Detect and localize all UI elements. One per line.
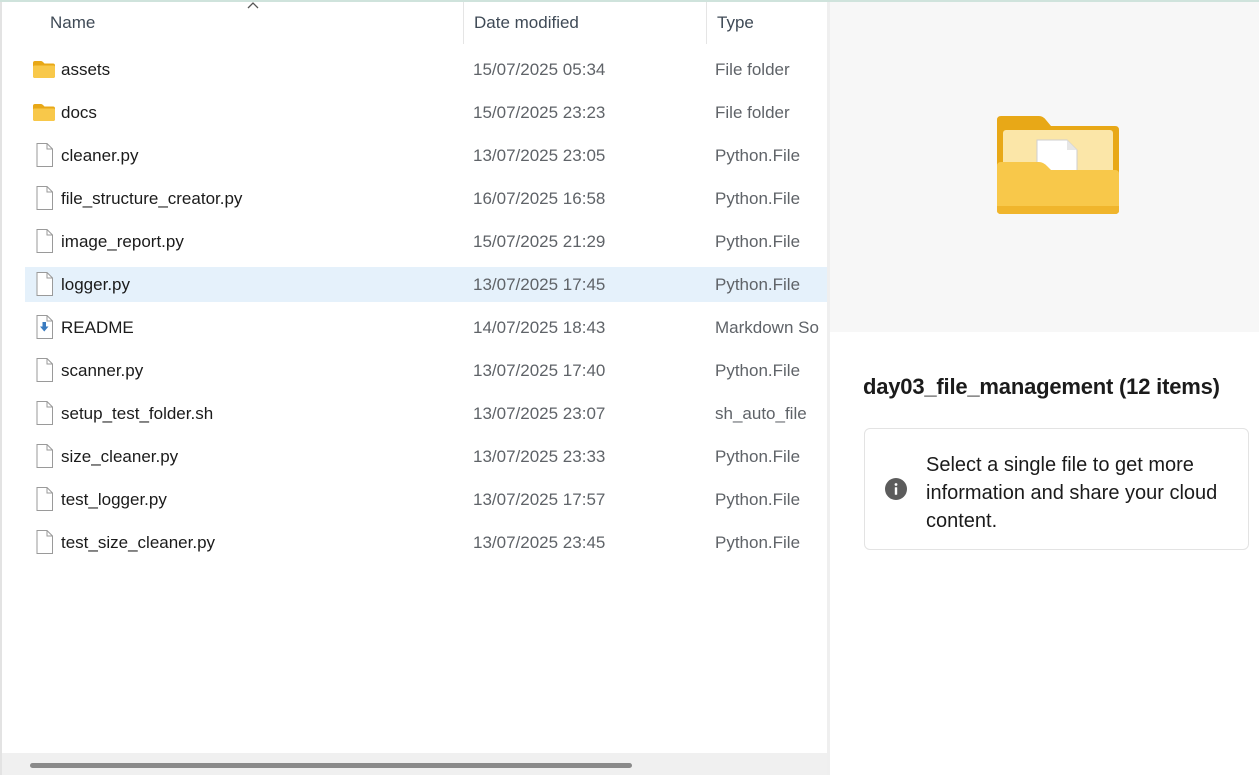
file-name: setup_test_folder.sh: [61, 404, 214, 423]
file-icon: [32, 142, 56, 168]
file-row[interactable]: README 14/07/2025 18:43 Markdown So: [2, 310, 827, 353]
file-icon: [32, 228, 56, 254]
file-row[interactable]: scanner.py 13/07/2025 17:40 Python.File: [2, 353, 827, 396]
folder-with-document-icon: [997, 116, 1119, 214]
file-date-modified: 13/07/2025 17:40: [473, 361, 606, 380]
column-header-bar: Name Date modified Type: [2, 2, 827, 44]
file-type: Python.File: [715, 490, 801, 509]
folder-icon: [32, 99, 56, 125]
file-name: test_logger.py: [61, 490, 167, 509]
info-card: Select a single file to get more informa…: [864, 428, 1249, 550]
file-row[interactable]: logger.py 13/07/2025 17:45 Python.File: [2, 267, 827, 310]
file-name: assets: [61, 60, 111, 79]
file-icon: [32, 271, 56, 297]
file-type: sh_auto_file: [715, 404, 807, 423]
file-date-modified: 13/07/2025 17:57: [473, 490, 606, 509]
file-type: Python.File: [715, 189, 801, 208]
file-row[interactable]: docs 15/07/2025 23:23 File folder: [2, 95, 827, 138]
file-icon: [32, 486, 56, 512]
column-header-date-modified[interactable]: Date modified: [463, 2, 706, 44]
file-name: test_size_cleaner.py: [61, 533, 216, 552]
file-date-modified: 15/07/2025 05:34: [473, 60, 606, 79]
file-row[interactable]: test_size_cleaner.py 13/07/2025 23:45 Pyth…: [2, 525, 827, 568]
file-icon: [32, 185, 56, 211]
row-selection-highlight: [25, 267, 827, 302]
file-row[interactable]: test_logger.py 13/07/2025 17:57 Python.Fil…: [2, 482, 827, 525]
file-icon: [32, 357, 56, 383]
file-name: logger.py: [61, 275, 130, 294]
file-icon: [32, 400, 56, 426]
file-icon: [32, 529, 56, 555]
file-type: Python.File: [715, 533, 801, 552]
file-list: assets 15/07/2025 05:34 File folder docs 15/…: [2, 52, 827, 568]
file-name: docs: [61, 103, 97, 122]
file-type: File folder: [715, 103, 790, 122]
file-row[interactable]: size_cleaner.py 13/07/2025 23:33 Python.Fi…: [2, 439, 827, 482]
file-date-modified: 15/07/2025 23:23: [473, 103, 606, 122]
file-type: Python.File: [715, 275, 801, 294]
info-message: Select a single file to get more informa…: [926, 454, 1218, 532]
preview-area: [830, 2, 1259, 332]
details-title: day03_file_management (12 items): [863, 374, 1220, 399]
column-header-type[interactable]: Type: [706, 2, 827, 44]
markdown-file-icon: [32, 314, 56, 340]
file-date-modified: 13/07/2025 23:33: [473, 447, 606, 466]
file-date-modified: 13/07/2025 23:45: [473, 533, 606, 552]
file-list-pane: Name Date modified Type assets 15/07/2025…: [0, 2, 827, 775]
file-type: Markdown So: [715, 318, 819, 337]
file-row[interactable]: assets 15/07/2025 05:34 File folder: [2, 52, 827, 95]
file-row[interactable]: setup_test_folder.sh 13/07/2025 23:07 sh_a…: [2, 396, 827, 439]
file-type: Python.File: [715, 447, 801, 466]
file-date-modified: 14/07/2025 18:43: [473, 318, 606, 337]
scrollbar-thumb[interactable]: [30, 763, 632, 768]
file-type: Python.File: [715, 146, 801, 165]
file-date-modified: 13/07/2025 17:45: [473, 275, 606, 294]
file-type: Python.File: [715, 361, 801, 380]
file-row[interactable]: file_structure_creator.py 16/07/2025 16:5…: [2, 181, 827, 224]
file-name: scanner.py: [61, 361, 144, 380]
file-name: cleaner.py: [61, 146, 139, 165]
file-date-modified: 16/07/2025 16:58: [473, 189, 606, 208]
file-icon: [32, 443, 56, 469]
file-explorer-window: Name Date modified Type assets 15/07/2025…: [0, 0, 1259, 775]
file-name: file_structure_creator.py: [61, 189, 243, 208]
file-row[interactable]: image_report.py 15/07/2025 21:29 Python.Fi…: [2, 224, 827, 267]
file-row[interactable]: cleaner.py 13/07/2025 23:05 Python.File: [2, 138, 827, 181]
file-date-modified: 15/07/2025 21:29: [473, 232, 606, 251]
column-header-name[interactable]: Name: [40, 2, 463, 44]
folder-icon: [32, 56, 56, 82]
info-icon: [885, 478, 907, 500]
file-type: Python.File: [715, 232, 801, 251]
file-name: size_cleaner.py: [61, 447, 179, 466]
file-date-modified: 13/07/2025 23:07: [473, 404, 606, 423]
file-type: File folder: [715, 60, 790, 79]
file-name: README: [61, 318, 134, 337]
details-pane: day03_file_management (12 items) Select …: [827, 2, 1259, 775]
file-name: image_report.py: [61, 232, 184, 251]
file-date-modified: 13/07/2025 23:05: [473, 146, 606, 165]
horizontal-scrollbar[interactable]: [2, 753, 827, 775]
